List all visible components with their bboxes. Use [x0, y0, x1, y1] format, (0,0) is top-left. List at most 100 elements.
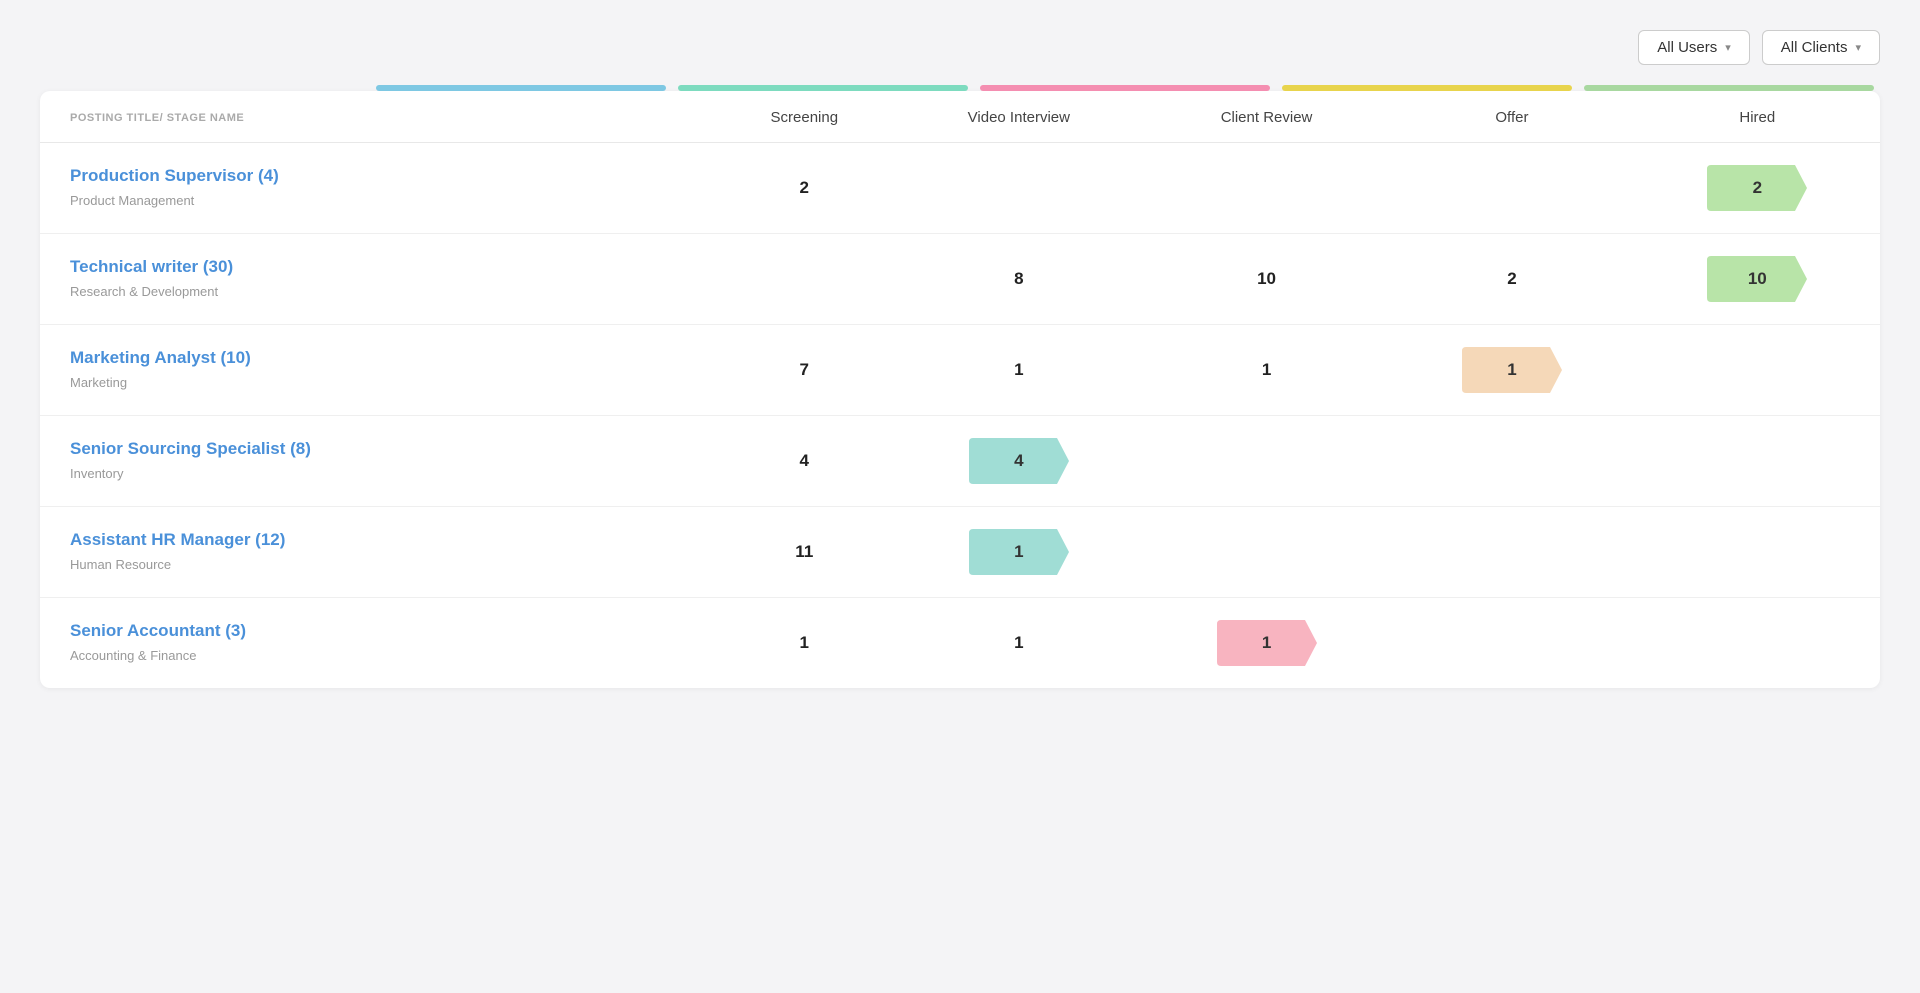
screening-cell: 7 [715, 325, 894, 416]
cell-value: 1 [800, 633, 809, 652]
video-cell: 4 [894, 416, 1144, 507]
top-bar: All Users ▾ All Clients ▾ [40, 30, 1880, 65]
client-review-cell: 1 [1144, 598, 1389, 689]
arrow-badge: 2 [1707, 165, 1807, 211]
job-title-link[interactable]: Production Supervisor (4) [70, 166, 695, 186]
job-title-cell: Technical writer (30) Research & Develop… [40, 234, 715, 325]
color-segment-client [980, 85, 1270, 91]
hired-cell: 2 [1635, 143, 1880, 234]
client-review-cell: 1 [1144, 325, 1389, 416]
job-dept: Accounting & Finance [70, 648, 196, 663]
client-review-cell [1144, 143, 1389, 234]
job-title-link[interactable]: Technical writer (30) [70, 257, 695, 277]
chevron-down-icon: ▾ [1725, 41, 1731, 54]
offer-cell: 1 [1389, 325, 1634, 416]
all-clients-label: All Clients [1781, 39, 1848, 56]
job-dept: Human Resource [70, 557, 171, 572]
arrow-badge-value: 1 [1507, 360, 1516, 380]
table-row: Senior Accountant (3) Accounting & Finan… [40, 598, 1880, 689]
job-title-link[interactable]: Senior Sourcing Specialist (8) [70, 439, 695, 459]
color-segment-screening [376, 85, 666, 91]
cell-value: 8 [1014, 269, 1023, 288]
all-users-dropdown[interactable]: All Users ▾ [1638, 30, 1750, 65]
arrow-badge: 1 [1217, 620, 1317, 666]
table-row: Production Supervisor (4) Product Manage… [40, 143, 1880, 234]
screening-cell: 2 [715, 143, 894, 234]
arrow-badge-value: 2 [1753, 178, 1762, 198]
col-header-client: Client Review [1144, 91, 1389, 143]
screening-cell: 1 [715, 598, 894, 689]
hired-cell [1635, 325, 1880, 416]
cell-value: 2 [800, 178, 809, 197]
job-title-cell: Marketing Analyst (10) Marketing [40, 325, 715, 416]
video-cell: 1 [894, 598, 1144, 689]
cell-value: 4 [800, 451, 809, 470]
cell-value: 7 [800, 360, 809, 379]
table-header-row: POSTING TITLE/ STAGE NAME Screening Vide… [40, 91, 1880, 143]
table-row: Senior Sourcing Specialist (8) Inventory… [40, 416, 1880, 507]
col-header-video: Video Interview [894, 91, 1144, 143]
job-title-cell: Production Supervisor (4) Product Manage… [40, 143, 715, 234]
table-row: Marketing Analyst (10) Marketing 7 1 1 1 [40, 325, 1880, 416]
cell-value: 11 [795, 542, 813, 561]
col-header-title: POSTING TITLE/ STAGE NAME [40, 91, 715, 143]
arrow-badge-value: 1 [1262, 633, 1271, 653]
job-dept: Product Management [70, 193, 194, 208]
color-segment-hired [1584, 85, 1874, 91]
job-title-link[interactable]: Marketing Analyst (10) [70, 348, 695, 368]
chevron-down-icon-2: ▾ [1855, 41, 1861, 54]
arrow-badge-value: 1 [1014, 542, 1023, 562]
arrow-badge-value: 10 [1748, 269, 1767, 289]
color-segment-offer [1282, 85, 1572, 91]
offer-cell: 2 [1389, 234, 1634, 325]
job-dept: Marketing [70, 375, 127, 390]
arrow-badge: 1 [1462, 347, 1562, 393]
client-review-cell [1144, 416, 1389, 507]
arrow-badge-value: 4 [1014, 451, 1023, 471]
col-header-hired: Hired [1635, 91, 1880, 143]
job-dept: Inventory [70, 466, 123, 481]
color-bar-spacer [40, 85, 370, 91]
hired-cell [1635, 507, 1880, 598]
color-bar [40, 85, 1880, 91]
cell-value: 1 [1014, 360, 1023, 379]
table-row: Technical writer (30) Research & Develop… [40, 234, 1880, 325]
arrow-badge: 1 [969, 529, 1069, 575]
cell-value: 1 [1014, 633, 1023, 652]
cell-value: 1 [1262, 360, 1271, 379]
stage-table-wrapper: POSTING TITLE/ STAGE NAME Screening Vide… [40, 91, 1880, 688]
offer-cell [1389, 598, 1634, 689]
cell-value: 2 [1507, 269, 1516, 288]
page-container: All Users ▾ All Clients ▾ POSTING TITLE/… [0, 0, 1920, 718]
hired-cell: 10 [1635, 234, 1880, 325]
hired-cell [1635, 416, 1880, 507]
offer-cell [1389, 416, 1634, 507]
stage-table: POSTING TITLE/ STAGE NAME Screening Vide… [40, 91, 1880, 688]
video-cell: 1 [894, 325, 1144, 416]
color-segment-video [678, 85, 968, 91]
all-clients-dropdown[interactable]: All Clients ▾ [1762, 30, 1880, 65]
all-users-label: All Users [1657, 39, 1717, 56]
table-row: Assistant HR Manager (12) Human Resource… [40, 507, 1880, 598]
client-review-cell [1144, 507, 1389, 598]
screening-cell: 4 [715, 416, 894, 507]
video-cell [894, 143, 1144, 234]
client-review-cell: 10 [1144, 234, 1389, 325]
job-title-cell: Assistant HR Manager (12) Human Resource [40, 507, 715, 598]
offer-cell [1389, 507, 1634, 598]
arrow-badge: 10 [1707, 256, 1807, 302]
screening-cell [715, 234, 894, 325]
col-header-offer: Offer [1389, 91, 1634, 143]
col-header-screening: Screening [715, 91, 894, 143]
screening-cell: 11 [715, 507, 894, 598]
video-cell: 8 [894, 234, 1144, 325]
cell-value: 10 [1257, 269, 1276, 288]
job-dept: Research & Development [70, 284, 218, 299]
arrow-badge: 4 [969, 438, 1069, 484]
job-title-cell: Senior Accountant (3) Accounting & Finan… [40, 598, 715, 689]
offer-cell [1389, 143, 1634, 234]
job-title-link[interactable]: Senior Accountant (3) [70, 621, 695, 641]
hired-cell [1635, 598, 1880, 689]
job-title-link[interactable]: Assistant HR Manager (12) [70, 530, 695, 550]
job-title-cell: Senior Sourcing Specialist (8) Inventory [40, 416, 715, 507]
